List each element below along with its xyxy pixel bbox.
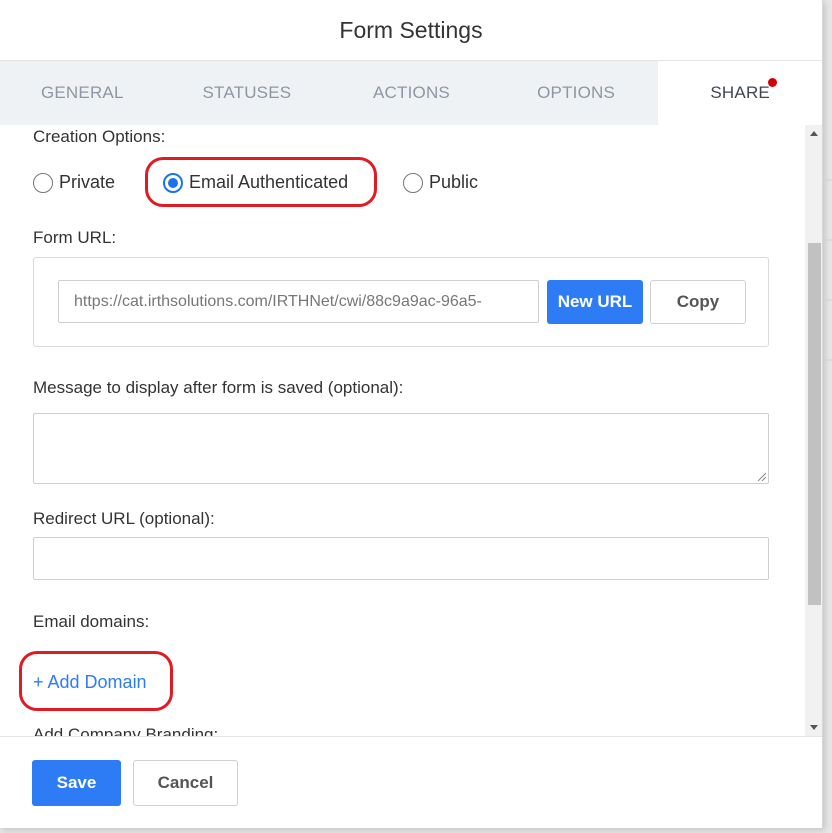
redirect-url-input[interactable] — [33, 537, 769, 580]
form-url-input[interactable]: https://cat.irthsolutions.com/IRTHNet/cw… — [58, 280, 539, 323]
radio-private-label: Private — [59, 172, 116, 192]
highlight-email-authenticated — [145, 157, 377, 207]
notification-dot-icon — [767, 78, 777, 87]
radio-public-circle[interactable] — [403, 172, 423, 193]
copy-button[interactable]: Copy — [650, 280, 746, 324]
message-label: Message to display after form is saved (… — [33, 378, 404, 397]
tab-options[interactable]: OPTIONS — [494, 61, 659, 125]
modal-header: Form Settings — [0, 0, 822, 61]
tab-statuses[interactable]: STATUSES — [165, 61, 330, 125]
share-panel: Creation Options: Private Email Authenti… — [0, 125, 822, 736]
scroll-down-icon[interactable] — [810, 725, 818, 730]
scrollbar-thumb[interactable] — [808, 243, 821, 605]
tab-bar: GENERAL STATUSES ACTIONS OPTIONS SHARE — [0, 61, 822, 125]
tab-share[interactable]: SHARE — [658, 61, 822, 125]
modal-title: Form Settings — [339, 16, 483, 43]
tab-general[interactable]: GENERAL — [0, 61, 165, 125]
message-textarea[interactable] — [33, 413, 769, 484]
scrollbar[interactable] — [805, 125, 822, 736]
form-url-box: https://cat.irthsolutions.com/IRTHNet/cw… — [33, 257, 769, 347]
radio-private-circle[interactable] — [33, 172, 53, 193]
radio-public[interactable]: Public — [403, 172, 478, 193]
radio-public-label: Public — [429, 172, 479, 192]
tab-actions[interactable]: ACTIONS — [329, 61, 494, 125]
save-button[interactable]: Save — [32, 760, 121, 806]
radio-private[interactable]: Private — [33, 172, 115, 193]
resize-grip-icon[interactable] — [756, 471, 766, 481]
company-branding-label: Add Company Branding: — [33, 725, 219, 736]
tab-share-label: SHARE — [710, 83, 770, 102]
email-domains-label: Email domains: — [33, 612, 150, 631]
scroll-up-icon[interactable] — [810, 131, 818, 136]
form-settings-modal: Form Settings GENERAL STATUSES ACTIONS O… — [0, 0, 823, 828]
background-edge — [823, 179, 832, 361]
cancel-button[interactable]: Cancel — [133, 760, 238, 806]
highlight-add-domain — [19, 651, 173, 711]
new-url-button[interactable]: New URL — [547, 280, 643, 324]
modal-footer: Save Cancel — [0, 736, 822, 828]
creation-options-label: Creation Options: — [33, 127, 166, 146]
redirect-url-label: Redirect URL (optional): — [33, 509, 215, 528]
form-url-label: Form URL: — [33, 228, 117, 247]
